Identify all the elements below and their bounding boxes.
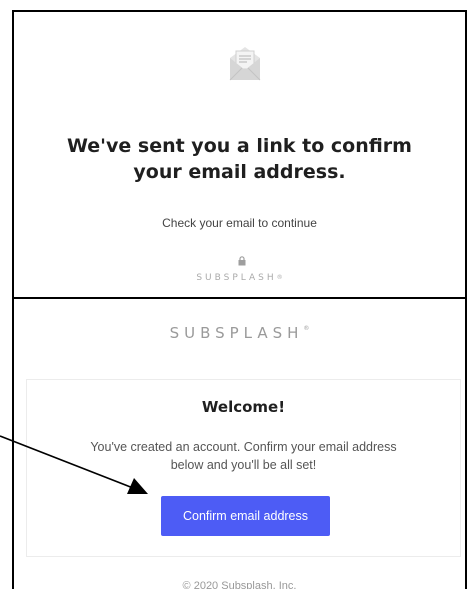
check-email-text: Check your email to continue bbox=[162, 216, 317, 230]
email-sent-panel: We've sent you a link to confirm your em… bbox=[12, 10, 467, 297]
welcome-card: Welcome! You've created an account. Conf… bbox=[26, 379, 461, 557]
confirm-email-button[interactable]: Confirm email address bbox=[161, 496, 330, 536]
brand-text: SUBSPLASH bbox=[169, 324, 304, 342]
trademark-mark: ® bbox=[303, 325, 310, 332]
envelope-letter-icon bbox=[229, 47, 261, 81]
copyright-footer: © 2020 Subsplash, Inc. bbox=[182, 580, 297, 589]
brand-text: SUBSPLASH bbox=[196, 273, 277, 283]
welcome-message-line-1: You've created an account. Confirm your … bbox=[90, 440, 397, 454]
subsplash-logo: SUBSPLASH® bbox=[14, 324, 465, 342]
welcome-message-line-2: below and you'll be all set! bbox=[170, 458, 317, 472]
welcome-message: You've created an account. Confirm your … bbox=[57, 438, 430, 474]
welcome-email-panel: SUBSPLASH® Welcome! You've created an ac… bbox=[12, 297, 467, 589]
headline-line-1: We've sent you a link to confirm bbox=[67, 135, 412, 157]
trademark-mark: ® bbox=[276, 274, 283, 281]
welcome-title: Welcome! bbox=[201, 398, 286, 416]
headline-line-2: your email address. bbox=[133, 161, 346, 183]
lock-icon bbox=[238, 256, 246, 266]
confirmation-headline: We've sent you a link to confirm your em… bbox=[14, 133, 465, 185]
subsplash-footer-logo: SUBSPLASH® bbox=[14, 273, 465, 283]
